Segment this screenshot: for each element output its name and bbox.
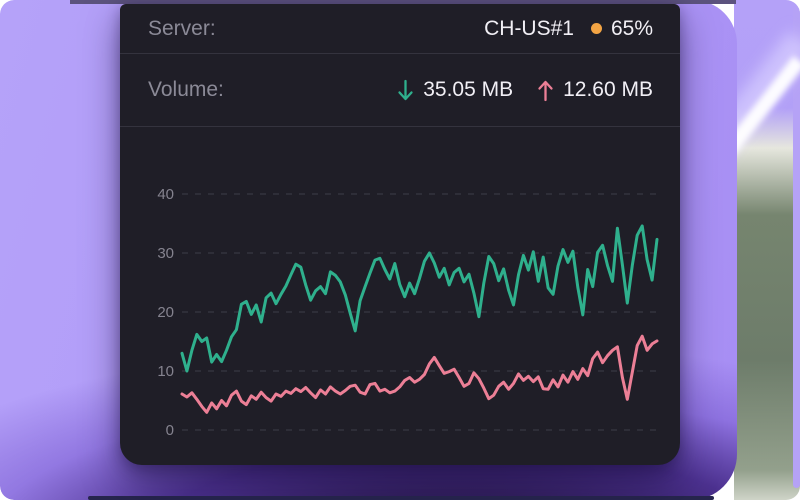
server-row: Server: CH-US#1 65% <box>120 4 680 53</box>
y-tick-label: 40 <box>157 186 174 203</box>
y-tick-label: 10 <box>157 363 174 380</box>
server-name: CH-US#1 <box>484 16 574 40</box>
volume-stats-group: 35.05 MB 12.60 MB <box>397 78 653 103</box>
background-bottom-accent-bar <box>88 496 714 500</box>
upload-arrow-icon <box>537 78 554 103</box>
download-arrow-icon <box>397 78 414 103</box>
download-stat: 35.05 MB <box>397 78 513 103</box>
upload-stat: 12.60 MB <box>537 78 653 103</box>
server-info-group: CH-US#1 65% <box>484 17 653 41</box>
server-load-dot-icon <box>590 23 602 34</box>
server-load-percent: 65% <box>610 16 653 40</box>
volume-chart: 0 10 20 30 40 <box>157 186 659 439</box>
y-tick-label: 20 <box>157 304 174 321</box>
y-tick-label: 30 <box>157 245 174 262</box>
chart-area: 0 10 20 30 40 <box>120 127 680 465</box>
connection-stats-card: Server: CH-US#1 65% Volume: 35.05 MB 12.… <box>120 4 680 465</box>
server-label: Server: <box>148 16 216 40</box>
download-line <box>180 224 659 373</box>
volume-row: Volume: 35.05 MB 12.60 MB <box>120 54 680 126</box>
screenshot-frame: Server: CH-US#1 65% Volume: 35.05 MB 12.… <box>0 0 800 500</box>
volume-label: Volume: <box>148 78 224 101</box>
upload-value: 12.60 MB <box>563 78 653 101</box>
download-value: 35.05 MB <box>423 78 514 101</box>
y-tick-label: 0 <box>166 422 174 439</box>
upload-line <box>180 334 659 414</box>
